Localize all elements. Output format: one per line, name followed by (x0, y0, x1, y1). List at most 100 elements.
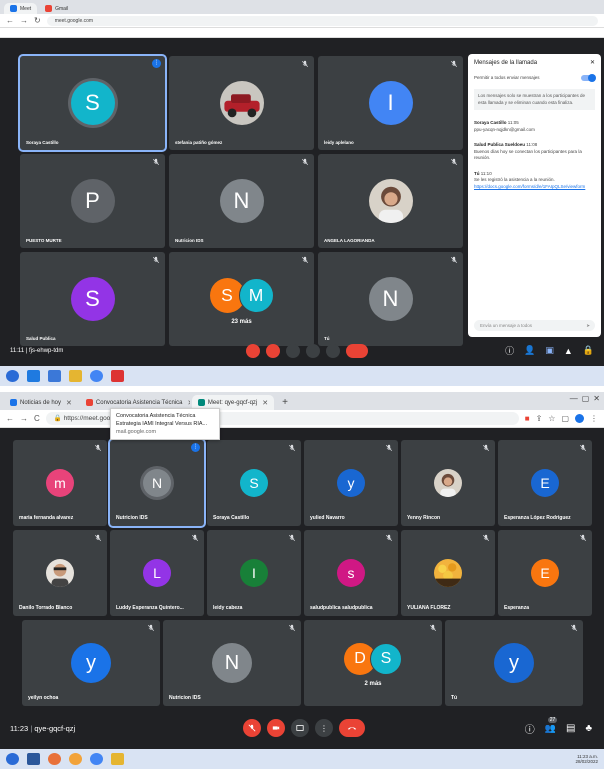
new-tab-button[interactable]: + (276, 395, 294, 410)
participant-tile[interactable]: N Nutricion IDS ⋮ (108, 438, 206, 528)
close-tab-icon[interactable]: ✕ (66, 399, 72, 407)
chrome-icon[interactable] (90, 753, 103, 765)
participant-tile[interactable]: S Salud Publica (20, 252, 165, 346)
more-options-icon[interactable]: ⋮ (191, 443, 200, 452)
meeting-controls: 11:11 | fjs-ehwp-tdm ⓘ 👤 ▣ ▲ 🔒 (0, 340, 604, 362)
media-icon[interactable] (48, 753, 61, 765)
message-link[interactable]: https://docs.google.com/forms/d/e/1FAIpQ… (474, 184, 595, 191)
participant-tile[interactable]: y yeilyn ochoa (22, 620, 160, 706)
firefox-icon[interactable] (69, 753, 82, 765)
participant-tile[interactable]: S Soraya Castillo ⋮ (18, 54, 167, 152)
mic-muted-icon (301, 60, 309, 68)
back-icon[interactable]: ← (6, 16, 14, 25)
participant-tile[interactable]: S Soraya Castillo (207, 440, 301, 526)
participant-tile[interactable]: m maria fernanda alvarez (13, 440, 107, 526)
reload-icon[interactable]: ↻ (34, 16, 41, 25)
ie-icon[interactable] (27, 370, 40, 382)
participant-tile[interactable]: y yulied Navarro (304, 440, 398, 526)
more-options-icon[interactable]: ⋮ (152, 59, 161, 68)
present-button[interactable] (306, 344, 320, 358)
camera-off-button[interactable] (266, 344, 280, 358)
end-call-button[interactable] (346, 344, 368, 358)
mic-off-button[interactable] (246, 344, 260, 358)
participant-tile[interactable]: ANGELA LAGORIANDA (318, 154, 463, 248)
browser-tab[interactable]: Noticias de hoy ✕ (4, 395, 78, 410)
chat-icon[interactable]: ▤ (566, 723, 575, 734)
participant-tile[interactable]: Ileidy aplelano (318, 56, 463, 150)
participant-name: Yenny Rincon (407, 515, 441, 521)
toggle-switch[interactable] (581, 73, 596, 82)
forward-icon[interactable]: → (20, 16, 28, 25)
chat-icon[interactable]: ▣ (545, 345, 554, 356)
close-window-button[interactable]: ✕ (593, 394, 600, 403)
forward-icon[interactable]: → (20, 414, 28, 423)
participant-tile[interactable]: E Esperanza López Rodriguez (498, 440, 592, 526)
send-icon[interactable]: ➤ (586, 320, 590, 331)
tab-search-icon[interactable]: ▢ (561, 414, 569, 423)
chrome-icon[interactable] (90, 370, 103, 382)
folder-icon[interactable] (111, 753, 124, 765)
participant-tile[interactable]: L Luddy Esperanza Quintero... (110, 530, 204, 616)
participant-tile[interactable]: Danilo Torrado Blanco (13, 530, 107, 616)
chat-input[interactable]: Envía un mensaje a todos ➤ (474, 320, 595, 331)
participant-tile[interactable]: Ileidy cabeza (207, 530, 301, 616)
info-icon[interactable]: ⓘ (525, 721, 535, 736)
start-icon[interactable] (6, 753, 19, 765)
word-icon[interactable] (27, 753, 40, 765)
captions-button[interactable] (286, 344, 300, 358)
start-icon[interactable] (6, 370, 19, 382)
people-icon[interactable]: 👤 (524, 345, 535, 356)
more-options-button[interactable]: ⋮ (315, 719, 333, 737)
mic-muted-icon (301, 158, 309, 166)
word-icon[interactable] (48, 370, 61, 382)
close-tab-icon[interactable]: ✕ (188, 399, 190, 407)
participant-tile[interactable]: stefania patiño gómez (169, 56, 314, 150)
maximize-button[interactable]: ▢ (582, 394, 590, 403)
share-icon[interactable]: ⇪ (536, 414, 543, 423)
participant-tile[interactable]: y Tú (445, 620, 583, 706)
participant-tile[interactable]: s saludpublica saludpublica (304, 530, 398, 616)
people-button[interactable]: 👥 27 (545, 717, 558, 734)
profile-avatar[interactable] (575, 414, 584, 423)
participant-tile[interactable]: N Nutricion IDS (169, 154, 314, 248)
folder-icon[interactable] (69, 370, 82, 382)
message-author: Tú (474, 170, 480, 176)
back-icon[interactable]: ← (6, 414, 14, 423)
participant-tile[interactable]: N Nutricion IDS (163, 620, 301, 706)
chat-message: Tú 11:10 Se les registró la asistencia a … (474, 171, 595, 191)
toggle-label: Permitir a todos enviar mensajes (474, 74, 540, 80)
participant-name: Nutricion IDS (169, 695, 201, 701)
more-options-button[interactable] (326, 344, 340, 358)
mic-muted-icon (579, 444, 587, 452)
activities-icon[interactable]: ♣ (585, 723, 592, 734)
app-icon[interactable] (111, 370, 124, 382)
participant-tile[interactable]: Yenny Rincon (401, 440, 495, 526)
minimize-button[interactable]: — (570, 394, 578, 403)
participant-tile[interactable]: S M 23 más (169, 252, 314, 346)
browser-tab-1[interactable]: Meet (4, 3, 38, 14)
url-field[interactable]: meet.google.com (46, 15, 598, 26)
chat-permission-toggle[interactable]: Permitir a todos enviar mensajes (474, 73, 596, 82)
lock-icon[interactable]: 🔒 (583, 345, 594, 356)
camera-off-button[interactable] (267, 719, 285, 737)
participant-tile[interactable]: N Tú (318, 252, 463, 346)
participant-tile[interactable]: DS2 más (304, 620, 442, 706)
address-bar: ← → ↻ meet.google.com (0, 14, 604, 28)
participant-tile[interactable]: P PUESTO MURTE (20, 154, 165, 248)
camera-indicator-icon[interactable]: ■ (525, 414, 530, 423)
present-button[interactable] (291, 719, 309, 737)
end-call-button[interactable] (339, 719, 365, 737)
info-icon[interactable]: ⓘ (505, 344, 514, 357)
participant-tile[interactable]: YULIANA FLOREZ (401, 530, 495, 616)
browser-tab-2[interactable]: Gmail (39, 3, 74, 14)
participant-tile[interactable]: E Esperanza (498, 530, 592, 616)
mic-off-button[interactable] (243, 719, 261, 737)
menu-icon[interactable]: ⋮ (590, 414, 598, 423)
close-tab-icon[interactable]: ✕ (262, 399, 268, 407)
participant-avatar: S (70, 81, 115, 125)
meeting-controls: 11:23 | qye-gqcf-qzj ⋮ ⓘ 👥 27 ▤ ♣ (0, 716, 604, 740)
reload-icon[interactable]: C (34, 414, 40, 423)
close-icon[interactable]: ✕ (590, 60, 595, 67)
activities-icon[interactable]: ▲ (564, 346, 573, 356)
bookmark-star-icon[interactable]: ☆ (548, 414, 555, 423)
